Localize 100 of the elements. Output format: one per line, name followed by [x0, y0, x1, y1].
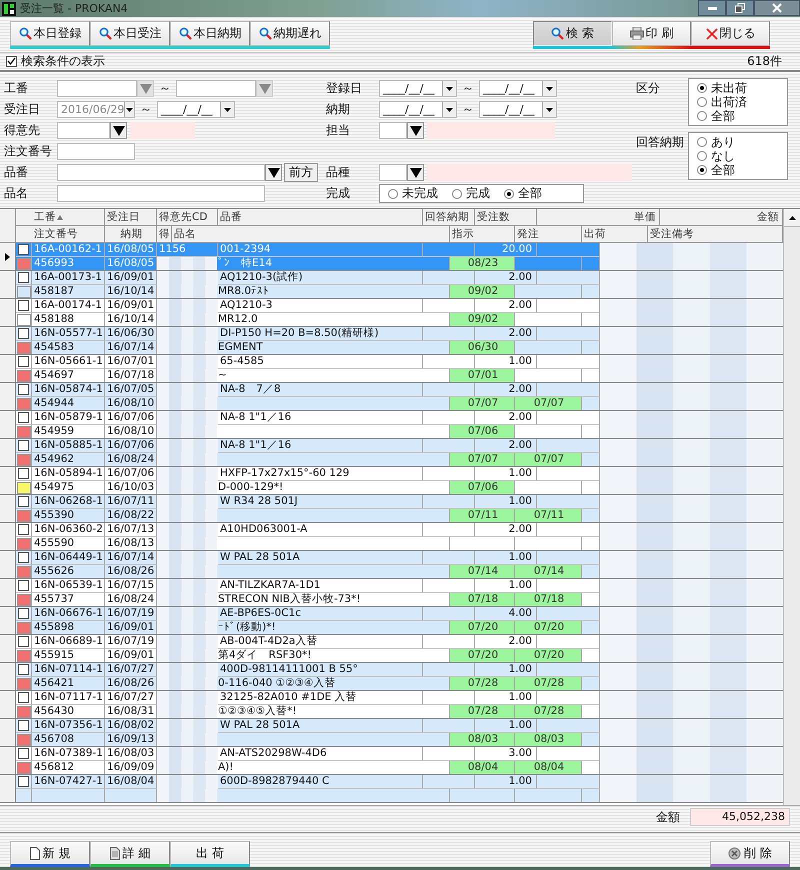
radio-button[interactable]	[697, 83, 707, 93]
input-field[interactable]	[57, 80, 137, 97]
checkbox[interactable]	[18, 412, 29, 423]
radio-option[interactable]: なし	[697, 149, 779, 163]
column-header[interactable]: 受注数	[475, 209, 537, 226]
radio-button[interactable]	[697, 97, 707, 107]
input-field[interactable]	[57, 122, 110, 139]
checkbox[interactable]	[6, 56, 17, 67]
checkbox[interactable]	[18, 328, 29, 339]
checkbox[interactable]	[18, 748, 29, 759]
date-field[interactable]: ____/__/__	[157, 101, 235, 118]
table-row[interactable]: 16N-05879-1 16/07/06 NA-8 1"1／16 2.00 454959 16/08/10 07/06	[0, 411, 783, 439]
date-field[interactable]: ____/__/__	[379, 80, 457, 97]
checkbox[interactable]	[18, 272, 29, 283]
radio-button[interactable]	[452, 188, 462, 198]
input-field[interactable]	[57, 164, 265, 181]
date-field[interactable]: ____/__/__	[479, 80, 557, 97]
date-field[interactable]: ____/__/__	[479, 101, 557, 118]
checkbox[interactable]	[18, 356, 29, 367]
close-button[interactable]	[754, 0, 800, 16]
checkbox[interactable]	[18, 636, 29, 647]
radio-option[interactable]: 未出荷	[697, 81, 779, 95]
checkbox[interactable]	[18, 664, 29, 675]
column-header[interactable]: 受注日	[105, 209, 157, 226]
checkbox[interactable]	[18, 692, 29, 703]
checkbox[interactable]	[18, 468, 29, 479]
column-header[interactable]: 単価	[537, 209, 660, 226]
table-row[interactable]: 16N-07114-1 16/07/27 400D-98114111001 B 55° 1.00 456421 16/08/26 0-116-040 ①②③④入替 07/28 07/28	[0, 663, 783, 691]
table-row[interactable]: 16N-05885-1 16/07/06 NA-8 1"1／16 2.00 454962 16/08/24 07/07 07/07	[0, 439, 783, 467]
column-header[interactable]: 工番	[16, 209, 105, 226]
dropdown-button[interactable]	[407, 122, 424, 139]
toolbar-button[interactable]: 納期遅れ	[250, 21, 330, 46]
radio-option[interactable]: 未完成	[388, 186, 438, 200]
table-row[interactable]: 16N-05894-1 16/07/06 HXFP-17x27x15°-60 129 1.00 454975 16/10/03 D-000-129*! 07/06	[0, 467, 783, 495]
detail-button[interactable]: 詳 細	[90, 841, 170, 867]
checkbox[interactable]	[18, 300, 29, 311]
date-field[interactable]: ____/__/__	[379, 101, 457, 118]
print-button[interactable]: 印 刷	[612, 21, 691, 46]
radio-option[interactable]: 出荷済	[697, 95, 779, 109]
column-header[interactable]: 回答納期	[423, 209, 475, 226]
input-field[interactable]	[57, 185, 265, 202]
radio-option[interactable]: 全部	[697, 163, 779, 177]
checkbox[interactable]	[18, 776, 29, 787]
radio-option[interactable]: あり	[697, 135, 779, 149]
ship-button[interactable]: 出 荷	[170, 841, 250, 867]
vertical-scrollbar[interactable]	[783, 209, 800, 805]
radio-option[interactable]: 完成	[452, 186, 490, 200]
dropdown-button[interactable]	[110, 122, 127, 139]
scroll-up-button[interactable]	[784, 209, 800, 227]
checkbox[interactable]	[18, 720, 29, 731]
radio-button[interactable]	[697, 151, 707, 161]
delete-button[interactable]: 削 除	[710, 841, 790, 867]
checkbox[interactable]	[18, 608, 29, 619]
checkbox[interactable]	[18, 552, 29, 563]
toolbar-button[interactable]: 本日受注	[90, 21, 170, 46]
table-row[interactable]: 16N-07427-1 16/08/04 600D-8982879440 C 1.00	[0, 775, 783, 803]
radio-button[interactable]	[697, 111, 707, 121]
radio-button[interactable]	[504, 188, 514, 198]
table-row[interactable]: 16N-05661-1 16/07/01 65-4585 1.00 454697 16/07/18 ~ 07/01	[0, 355, 783, 383]
restore-button[interactable]	[726, 0, 754, 16]
table-row[interactable]: 16A-00162-1 16/08/05 1156 001-2394 20.00 456993 16/08/05 ﾟﾝ 特E14 08/23	[0, 243, 783, 271]
radio-button[interactable]	[388, 188, 398, 198]
minimize-button[interactable]	[698, 0, 726, 16]
radio-button[interactable]	[697, 137, 707, 147]
table-row[interactable]: 16A-00174-1 16/09/01 AQ1210-3 2.00 458188 16/10/14 MR12.0 09/02	[0, 299, 783, 327]
dropdown-button[interactable]	[265, 164, 282, 181]
date-field[interactable]: 2016/06/29	[57, 101, 135, 118]
radio-option[interactable]: 全部	[697, 109, 779, 123]
radio-option[interactable]: 全部	[504, 186, 542, 200]
table-row[interactable]: 16N-07356-1 16/08/02 W PAL 28 501A 1.00 456708 16/09/13 08/03 08/03	[0, 719, 783, 747]
column-header[interactable]: 品番	[218, 209, 423, 226]
table-row[interactable]: 16N-06449-1 16/07/14 W PAL 28 501A 1.00 455626 16/08/26 07/14 07/14	[0, 551, 783, 579]
checkbox[interactable]	[18, 524, 29, 535]
table-row[interactable]: 16A-00173-1 16/09/01 AQ1210-3(試作) 2.00 458187 16/10/14 MR8.0ﾃｽﾄ 09/02	[0, 271, 783, 299]
checkbox[interactable]	[18, 496, 29, 507]
table-row[interactable]: 16N-06689-1 16/07/19 AB-004T-4D2a入替 2.00 455915 16/09/01 第4ダイ RSF30*! 07/20 07/20	[0, 635, 783, 663]
dropdown-button[interactable]	[407, 164, 424, 181]
table-row[interactable]: 16N-06360-2 16/07/13 A10HD063001-A 2.00 455590 16/08/13	[0, 523, 783, 551]
checkbox[interactable]	[18, 440, 29, 451]
table-row[interactable]: 16N-07117-1 16/07/27 32125-82A010 #1DE 入替 1.00 456430 16/08/31 ①②③④⑤入替*! 07/28 07/28	[0, 691, 783, 719]
table-row[interactable]: 16N-06268-1 16/07/11 W R34 28 501J 1.00 455390 16/08/22 07/11 07/11	[0, 495, 783, 523]
checkbox[interactable]	[18, 384, 29, 395]
checkbox[interactable]	[18, 244, 29, 255]
table-row[interactable]: 16N-05577-1 16/06/30 DI-P150 H=20 B=8.50(精研様) 2.00 454583 16/07/14 EGMENT 06/30	[0, 327, 783, 355]
table-row[interactable]: 16N-05874-1 16/07/05 NA-8 7／8 2.00 454944 16/08/10 07/07 07/07	[0, 383, 783, 411]
radio-button[interactable]	[697, 165, 707, 175]
prefix-match-button[interactable]: 前方	[284, 163, 318, 182]
toolbar-button[interactable]: 本日納期	[170, 21, 250, 46]
input-field[interactable]	[379, 164, 407, 181]
table-row[interactable]: 16N-07389-1 16/08/03 AN-ATS20298W-4D6 3.00 456812 16/09/09 A)! 08/04 08/04	[0, 747, 783, 775]
close-window-button[interactable]: 閉じる	[691, 21, 770, 46]
table-row[interactable]: 16N-06539-1 16/07/15 AN-TILZKAR7A-1D1 1.00 455737 16/08/24 STRECON NIB入替小牧-73*! 07/18 07/18	[0, 579, 783, 607]
column-header[interactable]: 得意先CD	[157, 209, 218, 226]
table-row[interactable]: 16N-06676-1 16/07/19 AE-BP6ES-0C1c 4.00 455898 16/09/01 ｰﾄﾞ(移動)*! 07/20 07/20	[0, 607, 783, 635]
new-button[interactable]: 新 規	[10, 841, 90, 867]
checkbox[interactable]	[18, 580, 29, 591]
input-field[interactable]	[57, 143, 135, 160]
search-button[interactable]: 検 索	[533, 21, 612, 46]
toolbar-button[interactable]: 本日登録	[10, 21, 90, 46]
input-field[interactable]	[379, 122, 407, 139]
